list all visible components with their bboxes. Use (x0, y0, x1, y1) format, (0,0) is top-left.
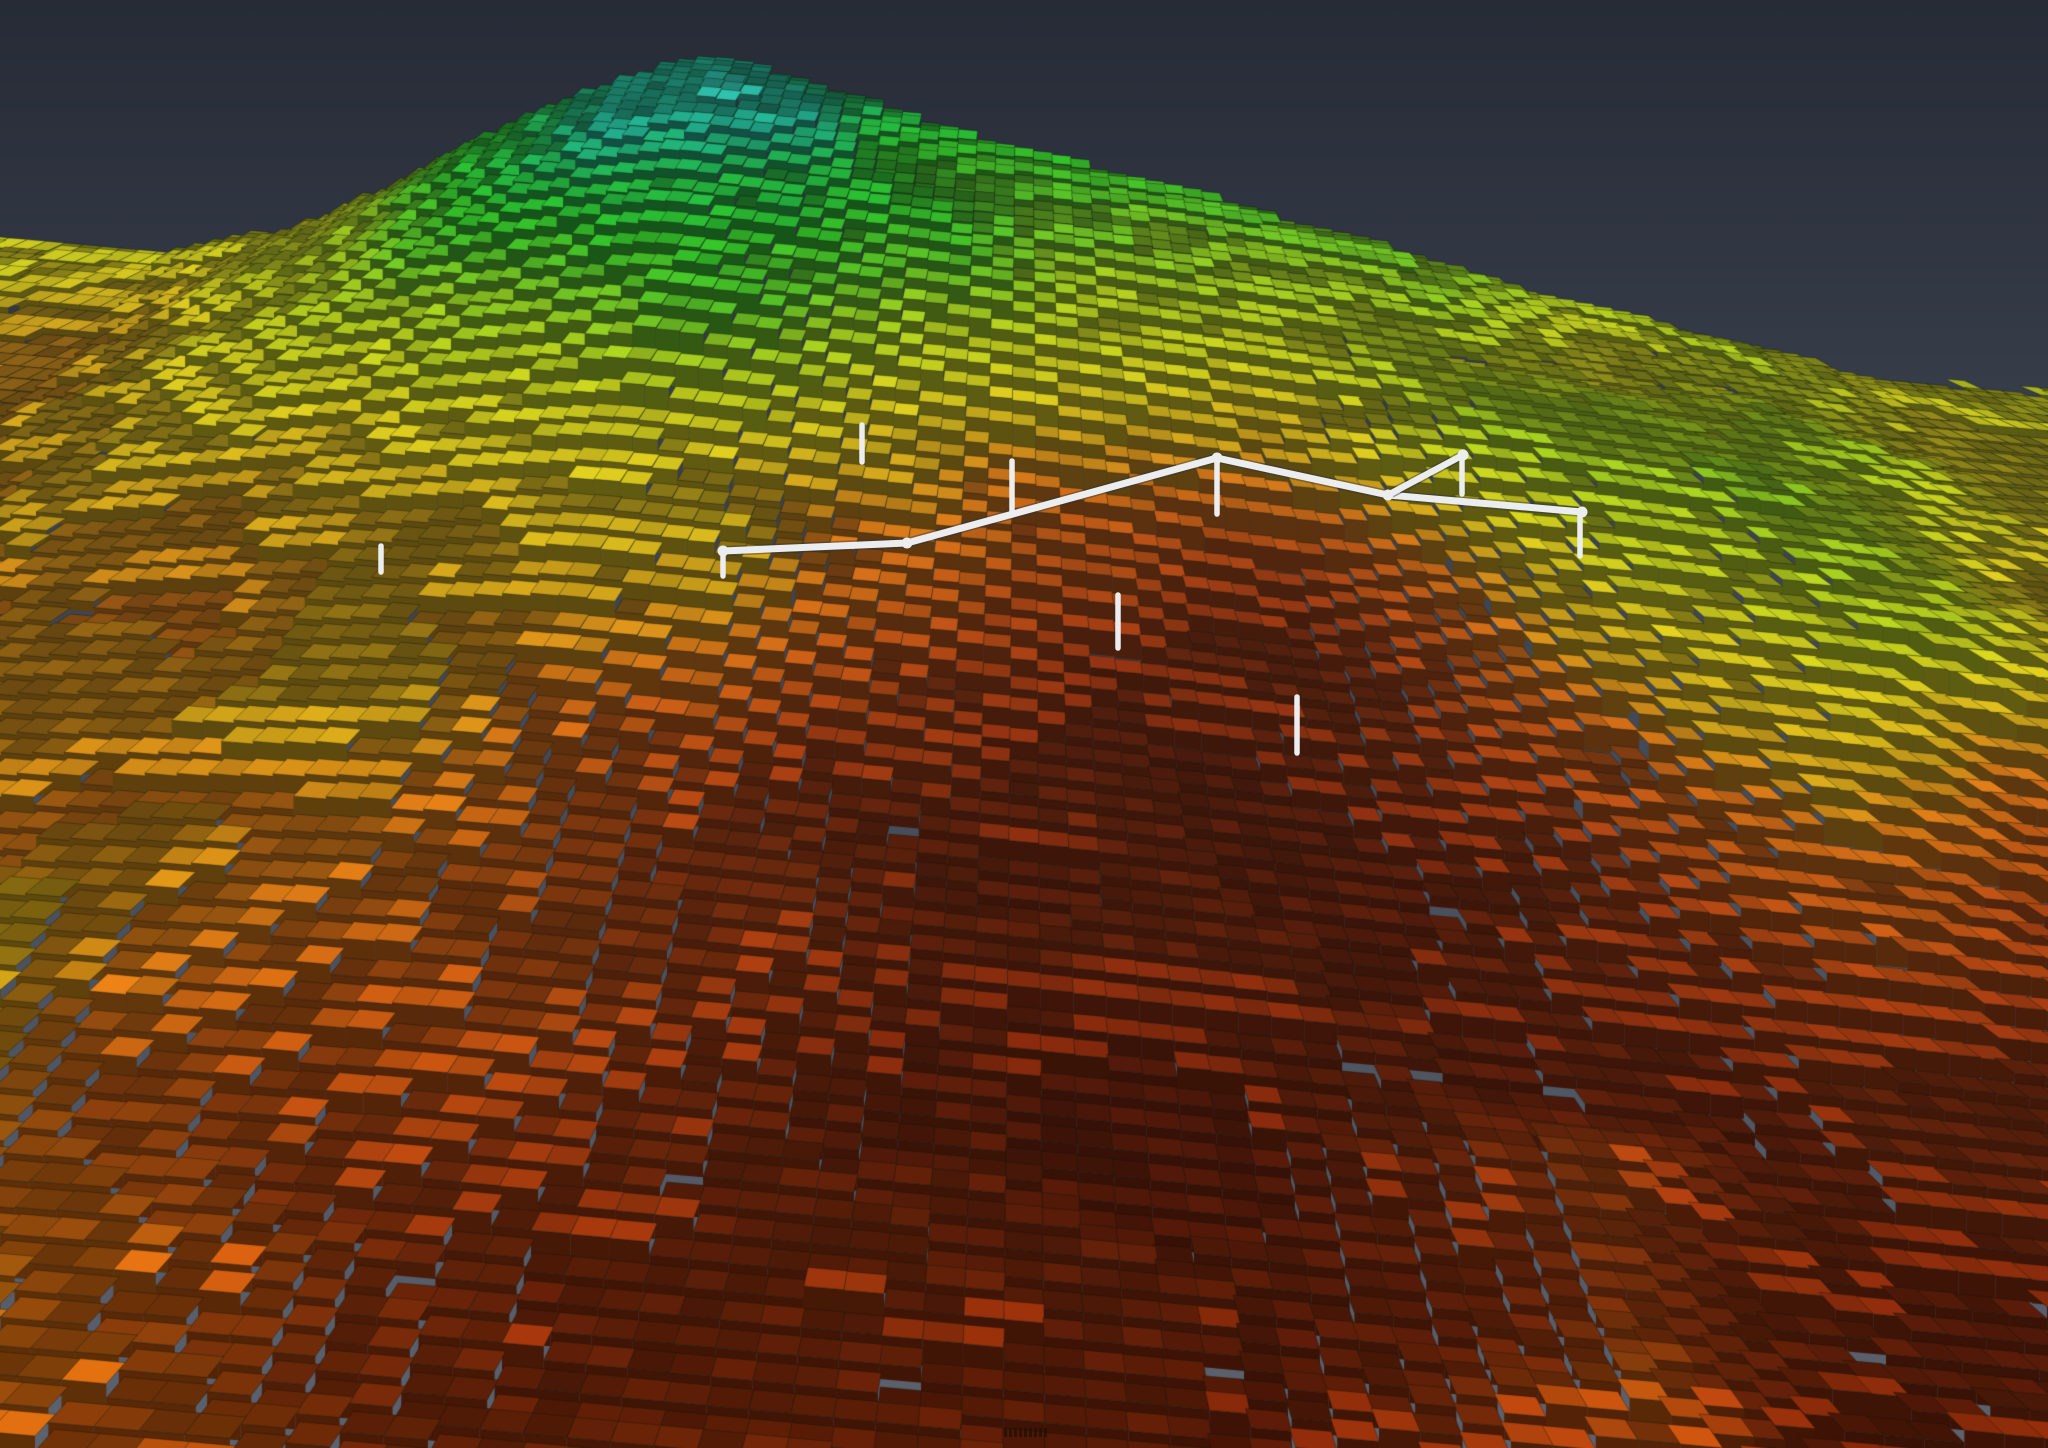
terrain-voxel-canvas[interactable] (0, 0, 2048, 1448)
scene-3d-viewport[interactable] (0, 0, 2048, 1448)
watermark-microtext (1004, 1428, 1048, 1437)
